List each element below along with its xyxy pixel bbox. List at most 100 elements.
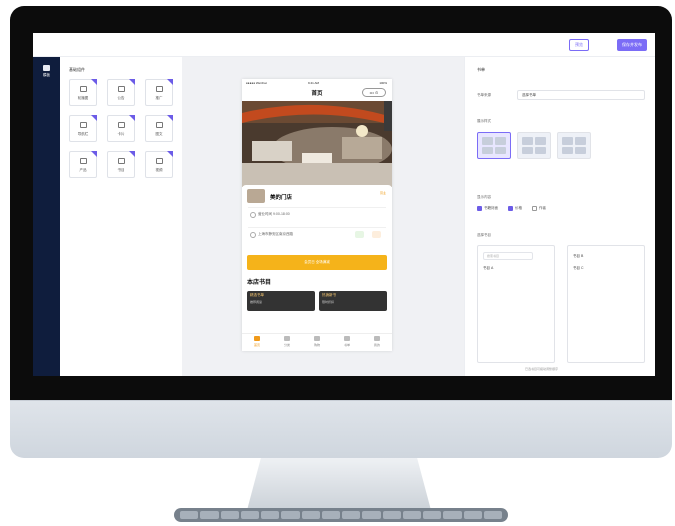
top-toolbar: 预览 保存并发布 [33, 33, 655, 57]
order-hint: 已选书目可拖动调整顺序 [525, 367, 559, 371]
category-icon [284, 336, 290, 341]
store-thumbnail [247, 189, 265, 203]
component-product[interactable]: 产品 [69, 151, 97, 178]
navbar-icon [80, 122, 87, 128]
component-carousel[interactable]: 轮播图 [69, 79, 97, 106]
checkbox-checked-icon [477, 206, 482, 211]
available-list: 搜索书目 书目 A [477, 245, 555, 363]
badge-corner-icon [91, 115, 97, 121]
hero-image[interactable] [242, 101, 392, 187]
nav-rail: 模板 [33, 57, 60, 376]
book-card[interactable]: 精选书单 推荐阅读 [247, 291, 315, 311]
components-title: 基础组件 [69, 67, 85, 72]
badge-corner-icon [91, 151, 97, 157]
miniprogram-capsule[interactable]: ••• ⊙ [362, 88, 386, 97]
tab-home[interactable]: 首页 [242, 334, 272, 351]
list-item[interactable]: 书目 C [573, 266, 584, 271]
phone-preview: ●●●●● WeChat 9:41 AM 100% 首页 ••• ⊙ 美的门店 … [242, 79, 392, 351]
components-grid: 轮播图 公告 推广 导航栏 卡片 图文 产品 书目 视频 [69, 79, 173, 178]
component-article[interactable]: 图文 [145, 115, 173, 142]
checkbox-author[interactable]: 作者 [532, 206, 546, 211]
book-icon [118, 158, 125, 164]
style-option-list[interactable] [517, 132, 551, 159]
rail-item-label: 模板 [43, 73, 50, 77]
card-icon [118, 122, 125, 128]
style-option-grid[interactable] [477, 132, 511, 159]
phone-call-icon[interactable] [355, 231, 364, 238]
battery-text: 100% [379, 81, 387, 85]
component-booklist[interactable]: 书目 [107, 151, 135, 178]
list-item[interactable]: 书目 A [483, 266, 493, 271]
store-address-line: 上海市静安区南京西路 [248, 227, 386, 239]
display-checkboxes: 书籍封面 价格 作者 [477, 206, 546, 211]
badge-corner-icon [129, 115, 135, 121]
book-subtitle: 限时折扣 [322, 300, 335, 304]
tab-shop[interactable]: 购物 [302, 334, 332, 351]
section-title: 本店书目 [247, 280, 272, 286]
checkbox-price[interactable]: 价格 [508, 206, 522, 211]
component-label: 书目 [117, 168, 125, 172]
book-title: 热销新书 [322, 293, 336, 297]
component-toolbar[interactable] [384, 101, 392, 131]
store-status-badge: 营业 [379, 191, 386, 195]
badge-corner-icon [167, 115, 173, 121]
show-label: 显示内容 [477, 195, 491, 199]
save-publish-button[interactable]: 保存并发布 [617, 39, 647, 51]
store-card[interactable]: 美的门店 营业 营业时间 9:00-18:00 上海市静安区南京西路 [242, 185, 392, 243]
source-label: 书单来源 [477, 93, 491, 97]
tab-label: 购物 [313, 343, 320, 347]
component-label: 产品 [79, 168, 87, 172]
monitor-stand [246, 458, 432, 514]
image-icon [80, 86, 87, 92]
checkbox-cover[interactable]: 书籍封面 [477, 206, 498, 211]
tab-booklist[interactable]: 书单 [332, 334, 362, 351]
status-bar: ●●●●● WeChat 9:41 AM 100% [242, 79, 392, 87]
source-select[interactable]: 选择书单 [517, 90, 645, 100]
component-label: 轮播图 [77, 96, 89, 100]
component-promo[interactable]: 推广 [145, 79, 173, 106]
keyboard [174, 508, 508, 522]
checkbox-unchecked-icon [532, 206, 537, 211]
component-navbar[interactable]: 导航栏 [69, 115, 97, 142]
book-subtitle: 推荐阅读 [250, 300, 263, 304]
checkbox-checked-icon [508, 206, 513, 211]
notice-icon [118, 86, 125, 92]
carrier-text: ●●●●● WeChat [246, 81, 267, 85]
bottom-tabbar: 首页 分类 购物 书单 我的 [242, 333, 392, 351]
book-card[interactable]: 热销新书 限时折扣 [319, 291, 387, 311]
screen: 预览 保存并发布 模板 基础组件 轮播图 公告 推广 导航栏 卡片 图文 产品 … [33, 33, 655, 376]
style-label: 展示样式 [477, 119, 491, 123]
badge-corner-icon [167, 79, 173, 85]
component-notice[interactable]: 公告 [107, 79, 135, 106]
style-options [477, 132, 591, 159]
badge-corner-icon [91, 79, 97, 85]
search-input[interactable]: 搜索书目 [483, 252, 533, 260]
time-text: 9:41 AM [308, 81, 320, 85]
book-icon [344, 336, 350, 341]
tab-category[interactable]: 分类 [272, 334, 302, 351]
transfer-lists: 搜索书目 书目 A 书目 B 书目 C [477, 245, 645, 363]
component-label: 图文 [155, 132, 163, 136]
list-label: 选择书目 [477, 233, 491, 237]
component-card[interactable]: 卡片 [107, 115, 135, 142]
navigate-icon[interactable] [372, 231, 381, 238]
badge-corner-icon [167, 151, 173, 157]
preview-button[interactable]: 预览 [569, 39, 589, 51]
monitor-chin [10, 400, 672, 458]
rail-item-template[interactable]: 模板 [39, 65, 54, 78]
book-cards: 精选书单 推荐阅读 热销新书 限时折扣 [247, 291, 387, 311]
store-hours-line: 营业时间 9:00-18:00 [248, 207, 386, 219]
tab-profile[interactable]: 我的 [362, 334, 392, 351]
selected-list: 书目 B 书目 C [567, 245, 645, 363]
store-name: 美的门店 [270, 195, 293, 201]
component-label: 视频 [155, 168, 163, 172]
style-option-card[interactable] [557, 132, 591, 159]
desktop-mockup: 预览 保存并发布 模板 基础组件 轮播图 公告 推广 导航栏 卡片 图文 产品 … [0, 0, 675, 526]
promo-icon [156, 86, 163, 92]
settings-title: 书单 [477, 67, 485, 72]
promo-banner[interactable]: 会员日 全场满减 [247, 255, 387, 270]
video-icon [156, 158, 163, 164]
tab-label: 首页 [253, 343, 260, 347]
component-video[interactable]: 视频 [145, 151, 173, 178]
list-item[interactable]: 书目 B [573, 254, 583, 259]
